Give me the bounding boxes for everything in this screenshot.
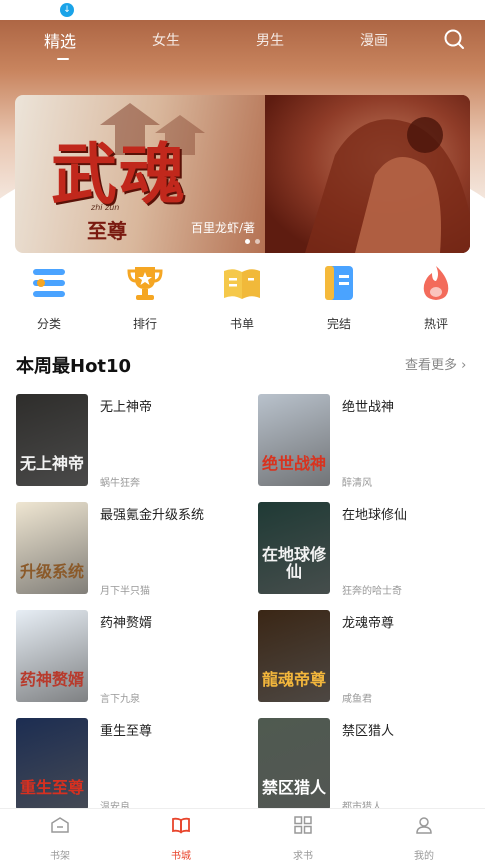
- list-icon: [33, 269, 65, 297]
- cover-title: 无上神帝: [20, 454, 85, 473]
- carousel-dot[interactable]: [255, 239, 260, 244]
- section-title: 本周最Hot10: [16, 356, 132, 377]
- cover-title: 升级系统: [20, 562, 85, 581]
- book-author: 蜗牛狂奔: [100, 478, 140, 489]
- cover-title: 绝世战神: [262, 454, 327, 473]
- book-title[interactable]: 龙魂帝尊: [342, 612, 394, 631]
- book-title[interactable]: 无上神帝: [100, 396, 152, 415]
- book-item[interactable]: 禁区猎人 禁区猎人 都市猎人: [258, 718, 483, 814]
- status-bar: ↓: [0, 0, 485, 20]
- book-item[interactable]: 在地球修仙 在地球修仙 狂奔的哈士奇: [258, 502, 483, 598]
- book-title[interactable]: 禁区猎人: [342, 720, 394, 739]
- book-item[interactable]: 绝世战神 绝世战神 醉清风: [258, 394, 483, 490]
- book-author: 月下半只猫: [100, 586, 150, 597]
- category-label: 排行: [132, 317, 157, 331]
- book-cover[interactable]: 在地球修仙: [258, 502, 330, 594]
- book-item[interactable]: 龍魂帝尊 龙魂帝尊 咸鱼君: [258, 610, 483, 706]
- bottom-nav: 书架 书城 求书 我的: [0, 808, 485, 862]
- nav-bookshelf[interactable]: 书架: [30, 815, 90, 862]
- book-title[interactable]: 最强氪金升级系统: [100, 504, 204, 523]
- tab-featured[interactable]: 精选: [44, 28, 76, 52]
- bookstore-icon: [172, 817, 190, 834]
- book-title[interactable]: 绝世战神: [342, 396, 394, 415]
- book-cover[interactable]: 升级系统: [16, 502, 88, 594]
- view-more-link[interactable]: 查看更多 ›: [405, 354, 466, 373]
- profile-icon: [416, 817, 432, 834]
- book-cover[interactable]: 药神赘婿: [16, 610, 88, 702]
- request-book-icon: [294, 816, 312, 834]
- search-icon[interactable]: [443, 28, 465, 50]
- nav-request-book[interactable]: 求书: [273, 815, 333, 862]
- banner-author: 百里龙虾/著: [191, 221, 256, 235]
- book-author: 言下九泉: [100, 694, 140, 705]
- book-item[interactable]: 药神赘婿 药神赘婿 言下九泉: [16, 610, 241, 706]
- flame-icon: [423, 266, 449, 300]
- carousel-dot[interactable]: [245, 239, 250, 244]
- nav-label: 书架: [50, 851, 70, 862]
- category-label: 书单: [229, 317, 254, 331]
- category-label: 热评: [423, 317, 448, 331]
- category-ranking[interactable]: 排行: [105, 263, 185, 332]
- book-item[interactable]: 重生至尊 重生至尊 温安良: [16, 718, 241, 814]
- book-title[interactable]: 重生至尊: [100, 720, 152, 739]
- book-author: 咸鱼君: [342, 694, 372, 705]
- book-title[interactable]: 在地球修仙: [342, 504, 407, 523]
- book-cover[interactable]: 禁区猎人: [258, 718, 330, 810]
- tab-comics[interactable]: 漫画: [360, 30, 388, 50]
- nav-label: 求书: [293, 851, 313, 862]
- category-booklist[interactable]: 书单: [202, 263, 282, 332]
- cover-title: 药神赘婿: [20, 670, 85, 689]
- book-author: 狂奔的哈士奇: [342, 586, 402, 597]
- tab-male[interactable]: 男生: [256, 30, 284, 50]
- category-classify[interactable]: 分类: [9, 263, 89, 332]
- category-label: 完结: [326, 317, 351, 331]
- banner-pinyin: zhi zūn: [91, 203, 120, 212]
- book-item[interactable]: 升级系统 最强氪金升级系统 月下半只猫: [16, 502, 241, 598]
- cover-title: 禁区猎人: [262, 778, 327, 797]
- book-author: 醉清风: [342, 478, 372, 489]
- banner-artwork: [265, 95, 470, 253]
- nav-bookstore[interactable]: 书城: [151, 815, 211, 862]
- download-icon: ↓: [60, 3, 74, 17]
- nav-label: 我的: [414, 851, 434, 862]
- category-hot-reviews[interactable]: 热评: [396, 263, 476, 332]
- tab-female[interactable]: 女生: [152, 30, 180, 50]
- top-nav: 精选 女生 男生 漫画: [0, 26, 485, 62]
- tab-indicator: [57, 58, 69, 60]
- category-label: 分类: [36, 317, 61, 331]
- book-title[interactable]: 药神赘婿: [100, 612, 152, 631]
- cover-title: 重生至尊: [20, 778, 85, 797]
- trophy-icon: [127, 267, 163, 300]
- book-item[interactable]: 无上神帝 无上神帝 蜗牛狂奔: [16, 394, 241, 490]
- book-cover[interactable]: 绝世战神: [258, 394, 330, 486]
- book-cover[interactable]: 龍魂帝尊: [258, 610, 330, 702]
- banner-subtitle: 至尊: [87, 219, 127, 243]
- nav-profile[interactable]: 我的: [394, 815, 454, 862]
- book-complete-icon: [325, 266, 353, 300]
- book-cover[interactable]: 重生至尊: [16, 718, 88, 810]
- cover-title: 在地球修仙: [262, 545, 327, 581]
- bookshelf-icon: [51, 817, 69, 833]
- carousel-dots: [245, 239, 260, 244]
- promo-banner[interactable]: 武魂 zhi zūn 至尊 百里龙虾/著: [15, 95, 470, 253]
- book-list-icon: [224, 269, 260, 299]
- nav-label: 书城: [171, 851, 191, 862]
- category-shortcuts: 分类 排行 书单 完结 热评: [0, 263, 485, 333]
- category-completed[interactable]: 完结: [299, 263, 379, 332]
- book-cover[interactable]: 无上神帝: [16, 394, 88, 486]
- cover-title: 龍魂帝尊: [262, 670, 327, 689]
